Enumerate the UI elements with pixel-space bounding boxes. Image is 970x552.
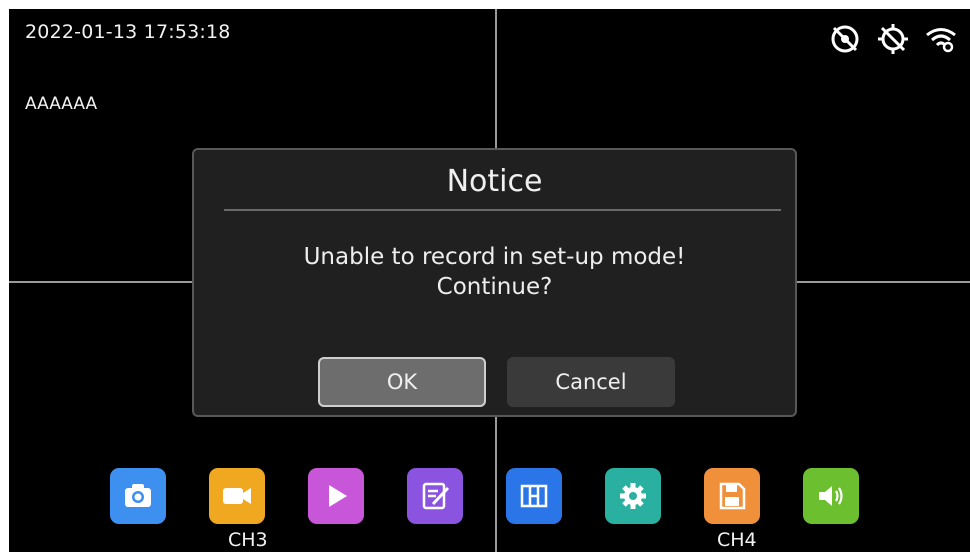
wifi-icon: [924, 22, 958, 56]
cancel-button[interactable]: Cancel: [507, 357, 675, 407]
dialog-message: Unable to record in set-up mode! Continu…: [194, 242, 795, 302]
playback-icon[interactable]: [308, 468, 364, 524]
dialog-message-line1: Unable to record in set-up mode!: [303, 244, 686, 270]
status-icons: [828, 22, 958, 56]
storage-icon[interactable]: [704, 468, 760, 524]
osd-device-name: AAAAAA: [25, 94, 98, 114]
dialog-separator: [224, 209, 781, 211]
layout-icon[interactable]: [506, 468, 562, 524]
gps-off-icon: [828, 22, 862, 56]
dialog-message-line2: Continue?: [436, 274, 553, 300]
datetime-display: 2022-01-13 17:53:18: [25, 21, 231, 43]
video-record-icon[interactable]: [209, 468, 265, 524]
camera-icon[interactable]: [110, 468, 166, 524]
volume-icon[interactable]: [803, 468, 859, 524]
channel-label-ch3: CH3: [228, 529, 268, 551]
app-dock: [9, 468, 970, 524]
ok-button[interactable]: OK: [318, 357, 486, 407]
settings-icon[interactable]: [605, 468, 661, 524]
dialog-title: Notice: [446, 164, 543, 199]
sync-off-icon: [876, 22, 910, 56]
notes-icon[interactable]: [407, 468, 463, 524]
channel-label-ch4: CH4: [717, 529, 757, 551]
notice-dialog: Notice Unable to record in set-up mode! …: [192, 148, 797, 417]
